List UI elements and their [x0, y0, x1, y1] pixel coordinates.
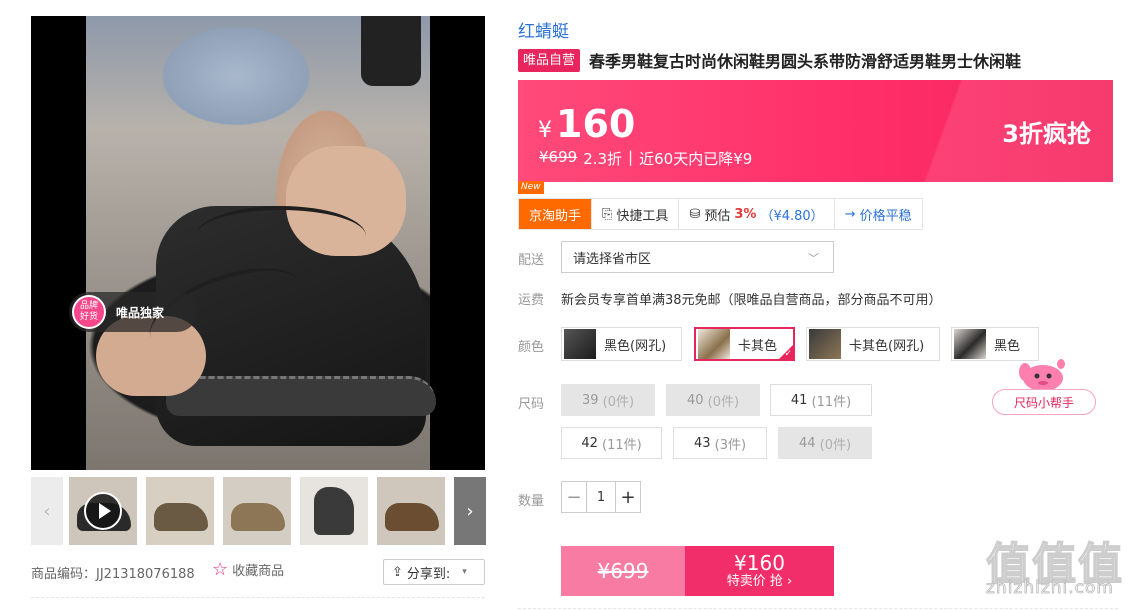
item-code: 商品编码：JJ21318076188 — [31, 567, 195, 582]
separator: | — [628, 148, 634, 166]
size-option-disabled: 44 (0件) — [778, 427, 872, 459]
shoelace — [196, 206, 366, 266]
color-swatch — [698, 329, 730, 359]
buy-button-group: ¥699 ¥160 特卖价 抢 › — [561, 546, 834, 596]
title-row: 唯品自营 春季男鞋复古时尚休闲鞋男圆头系带防滑舒适男鞋男士休闲鞋 — [518, 48, 1021, 72]
quantity-input[interactable]: 1 — [586, 482, 616, 512]
size-option-disabled: 40 (0件) — [666, 384, 760, 416]
price-trend-button[interactable]: → 价格平稳 — [835, 199, 922, 229]
color-option-selected[interactable]: 卡其色 ✓ — [694, 327, 795, 361]
share-label: 分享到: — [406, 566, 451, 582]
thumbnail[interactable] — [146, 477, 214, 545]
tool-icon: ⎘ — [602, 206, 613, 222]
divider — [31, 597, 485, 598]
chevron-down-icon: ﹀ — [808, 252, 819, 265]
thumb-prev-button[interactable]: ‹ — [31, 477, 63, 545]
favorite-button[interactable]: ☆ 收藏商品 — [212, 560, 284, 579]
color-swatch — [809, 329, 841, 359]
size-option[interactable]: 43 (3件) — [673, 427, 767, 459]
thumb-next-button[interactable]: › — [454, 477, 486, 545]
favorite-label: 收藏商品 — [232, 564, 285, 579]
size-helper-button[interactable]: 尺码小帮手 — [992, 389, 1096, 415]
color-option[interactable]: 卡其色(网孔) — [806, 327, 940, 361]
self-operated-tag: 唯品自营 — [518, 48, 581, 72]
buy-now-button[interactable]: ¥160 特卖价 抢 › — [685, 546, 834, 596]
promo-label: 3折疯抢 — [1002, 120, 1091, 148]
price-details: ¥699 2.3折 | 近60天内已降¥9 — [539, 148, 752, 169]
size-option-disabled: 39 (0件) — [561, 384, 655, 416]
assistant-tab[interactable]: 京淘助手 — [519, 199, 593, 229]
new-tag: New — [518, 181, 544, 194]
product-page: 品牌 好货 唯品独家 ‹ › 商品编码：JJ21318076188 ☆ 收藏商品 … — [0, 0, 1132, 610]
shoe-sole — [166, 376, 436, 416]
chevron-left-icon: ‹ — [43, 500, 51, 522]
product-title: 春季男鞋复古时尚休闲鞋男圆头系带防滑舒适男鞋男士休闲鞋 — [589, 52, 1022, 71]
watermark-url: zhizhizhi.com — [986, 578, 1114, 599]
chevron-right-icon: › — [466, 500, 474, 522]
play-icon[interactable] — [84, 492, 122, 530]
share-icon: ⇪ — [392, 564, 403, 580]
decrement-button[interactable]: − — [562, 482, 586, 512]
discount-rate: 2.3折 — [583, 150, 623, 168]
caret-down-icon: ▾ — [462, 567, 467, 577]
size-label: 尺码 — [518, 397, 545, 412]
thumbnail[interactable] — [377, 477, 445, 545]
exclusive-badge: 品牌 好货 唯品独家 — [69, 292, 197, 332]
current-price: ¥ 160 — [538, 102, 636, 146]
size-option[interactable]: 42 (11件) — [561, 427, 662, 459]
thumbnail-video[interactable] — [69, 477, 137, 545]
buy-label: 特卖价 抢 › — [726, 574, 793, 589]
watch — [361, 16, 421, 86]
quantity-stepper: − 1 + — [561, 481, 641, 513]
exclusive-badge-text: 唯品独家 — [116, 305, 165, 320]
thumbnail[interactable] — [223, 477, 291, 545]
shipping-text: 新会员专享首单满38元免邮（限唯品自营商品，部分商品不可用） — [561, 293, 942, 308]
price-panel: ¥ 160 ¥699 2.3折 | 近60天内已降¥9 3折疯抢 — [518, 80, 1113, 182]
increment-button[interactable]: + — [616, 482, 640, 512]
share-dropdown[interactable]: ⇪ 分享到: ▾ — [383, 559, 485, 585]
delivery-label: 配送 — [518, 253, 545, 268]
buy-price: ¥160 — [734, 551, 785, 575]
watermark-logo: 值值值 zhizhizhi.com — [985, 528, 1126, 608]
color-option[interactable]: 黑色(网孔) — [561, 327, 682, 361]
price-history: 近60天内已降¥9 — [639, 150, 753, 168]
brand-link[interactable]: 红蜻蜓 — [518, 17, 569, 42]
thumbnail[interactable] — [300, 477, 368, 545]
color-swatch — [954, 329, 986, 359]
money-bag-icon: ⛁ — [689, 206, 701, 222]
star-icon: ☆ — [212, 558, 229, 580]
main-product-image[interactable]: 品牌 好货 唯品独家 — [31, 16, 485, 470]
tools-bar: 京淘助手 ⎘ 快捷工具 ⛁ 预估 3% （¥4.80） → 价格平稳 — [518, 198, 923, 230]
quick-tools-button[interactable]: ⎘ 快捷工具 — [592, 199, 680, 229]
region-select[interactable]: 请选择省市区 ﹀ — [561, 241, 834, 273]
color-swatch — [564, 329, 596, 359]
thumbnail-strip: ‹ › — [31, 477, 486, 545]
brand-goods-icon: 品牌 好货 — [72, 295, 106, 329]
original-price-button[interactable]: ¥699 — [561, 546, 685, 596]
color-label: 颜色 — [518, 340, 545, 355]
mascot-icon — [1019, 359, 1065, 391]
size-option[interactable]: 41 (11件) — [770, 384, 872, 416]
arrow-right-icon: → — [844, 206, 856, 222]
divider — [518, 608, 1118, 609]
quantity-label: 数量 — [518, 494, 545, 509]
region-placeholder: 请选择省市区 — [573, 251, 652, 267]
color-option[interactable]: 黑色 — [951, 327, 1039, 361]
shipping-label: 运费 — [518, 293, 545, 308]
product-photo — [86, 16, 436, 470]
original-price: ¥699 — [539, 148, 578, 166]
estimate-button[interactable]: ⛁ 预估 3% （¥4.80） — [679, 199, 835, 229]
